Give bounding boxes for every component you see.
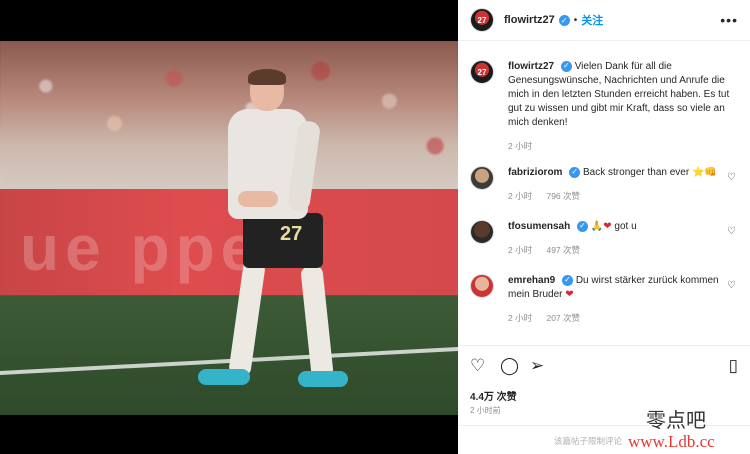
likes-count[interactable]: 4.4万 次赞 xyxy=(470,388,517,403)
post-side-panel: 27 flowirtz27 ✓ • 关注 ••• 27 flowirtz27 ✓… xyxy=(458,0,750,454)
separator-dot: • xyxy=(573,14,578,26)
caption-time[interactable]: 2 小时 xyxy=(508,141,532,151)
more-options-icon[interactable]: ••• xyxy=(720,12,738,28)
player-figure: 27 xyxy=(198,69,368,401)
caption-meta: 2 小时 xyxy=(508,139,740,153)
comment-username[interactable]: tfosumensah xyxy=(508,221,570,232)
comment-emoji: 🙏❤ xyxy=(590,221,612,232)
comment-like-heart-icon[interactable]: ♡ xyxy=(727,172,736,183)
comment-likes[interactable]: 796 次赞 xyxy=(546,191,580,201)
comment-emoji: ❤ xyxy=(565,289,574,300)
author-avatar[interactable]: 27 xyxy=(470,60,494,84)
comment-time[interactable]: 2 小时 xyxy=(508,245,532,255)
comment-meta: 2 小时 497 次赞 xyxy=(508,243,740,257)
comment-time[interactable]: 2 小时 xyxy=(508,191,532,201)
player-boot-right xyxy=(298,371,348,387)
player-boot-left xyxy=(198,369,250,385)
author-avatar[interactable]: 27 xyxy=(470,8,494,32)
comment-text: got u xyxy=(614,221,637,232)
comments-list[interactable]: 27 flowirtz27 ✓ Vielen Dank für all die … xyxy=(458,42,750,344)
comment-icon[interactable]: ◯ xyxy=(500,356,519,376)
post-actions-bar: ♡ ◯ ➢ ▯ xyxy=(458,345,750,389)
comments-limited-text: 该篇帖子限制评论 xyxy=(554,436,623,446)
player-hand-left xyxy=(238,191,278,207)
instagram-post-modal: ue ppe 27 27 flowirtz27 ✓ • 关注 ••• 27 fl… xyxy=(0,0,750,454)
comment-like-heart-icon[interactable]: ♡ xyxy=(727,226,736,237)
player-leg-right xyxy=(300,265,334,379)
comment-text: Back stronger than ever xyxy=(583,167,690,178)
watermark-title: 零点吧 xyxy=(646,408,706,432)
commenter-avatar[interactable] xyxy=(470,274,494,298)
bookmark-icon[interactable]: ▯ xyxy=(729,356,738,376)
player-leg-left xyxy=(228,260,266,377)
watermark-url: www.Ldb.cc xyxy=(628,432,715,451)
verified-badge-icon: ✓ xyxy=(562,274,574,286)
post-time[interactable]: 2 小时前 xyxy=(470,405,501,416)
player-hair xyxy=(248,69,286,85)
comment-username[interactable]: emrehan9 xyxy=(508,275,555,286)
comment-like-heart-icon[interactable]: ♡ xyxy=(727,280,736,291)
verified-badge-icon: ✓ xyxy=(577,220,589,232)
commenter-avatar[interactable] xyxy=(470,166,494,190)
comment-meta: 2 小时 796 次赞 xyxy=(508,189,740,203)
comment-time[interactable]: 2 小时 xyxy=(508,313,532,323)
verified-badge-icon: ✓ xyxy=(560,60,572,72)
comment-likes[interactable]: 497 次赞 xyxy=(546,245,580,255)
verified-badge-icon: ✓ xyxy=(569,166,581,178)
verified-badge-icon: ✓ xyxy=(558,14,570,26)
player-shirt-number: 27 xyxy=(280,223,303,245)
post-header: 27 flowirtz27 ✓ • 关注 ••• xyxy=(458,0,750,41)
send-icon[interactable]: ➢ xyxy=(530,356,544,376)
comment-username[interactable]: fabriziorom xyxy=(508,167,562,178)
caption-username[interactable]: flowirtz27 xyxy=(508,61,554,72)
comment-emoji: ⭐👊 xyxy=(691,167,717,178)
post-photo[interactable]: ue ppe 27 xyxy=(0,41,458,415)
author-username[interactable]: flowirtz27 xyxy=(504,14,555,26)
follow-button[interactable]: 关注 xyxy=(581,12,603,28)
commenter-avatar[interactable] xyxy=(470,220,494,244)
comment-likes[interactable]: 207 次赞 xyxy=(546,313,580,323)
comment-meta: 2 小时 207 次赞 xyxy=(508,311,740,325)
heart-icon[interactable]: ♡ xyxy=(470,356,485,376)
